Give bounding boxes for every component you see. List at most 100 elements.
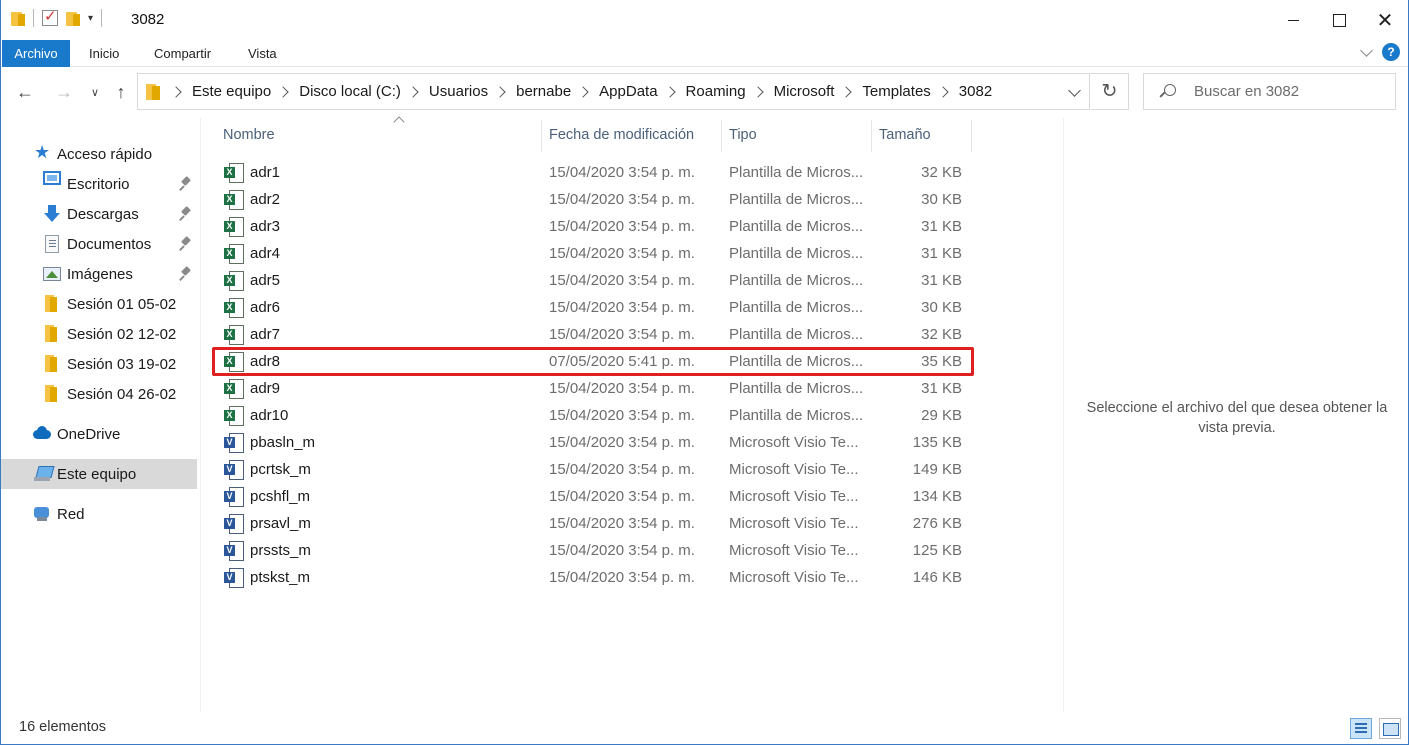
downloads-icon <box>43 205 61 223</box>
breadcrumb-bernabe[interactable]: bernabe <box>516 83 571 100</box>
tab-archivo[interactable]: Archivo <box>2 40 70 67</box>
file-row[interactable]: adr10 15/04/2020 3:54 p. m. Plantilla de M… <box>213 402 973 429</box>
breadcrumb-roaming[interactable]: Roaming <box>686 83 746 100</box>
sidebar-item-sesion-04[interactable]: Sesión 04 26-02 <box>1 379 197 409</box>
tab-compartir[interactable]: Compartir <box>142 40 223 67</box>
file-row[interactable]: pbasln_m 15/04/2020 3:54 p. m. Microsoft V… <box>213 429 973 456</box>
column-divider[interactable] <box>871 120 872 152</box>
column-header-label: Nombre <box>223 127 275 143</box>
file-type: Microsoft Visio Te... <box>729 461 859 478</box>
breadcrumb-disco-local[interactable]: Disco local (C:) <box>299 83 401 100</box>
details-view-button[interactable] <box>1350 718 1372 739</box>
chevron-right-icon[interactable] <box>277 85 289 98</box>
search-input[interactable] <box>1194 83 1384 100</box>
breadcrumb-appdata[interactable]: AppData <box>599 83 657 100</box>
properties-icon[interactable] <box>42 7 58 26</box>
chevron-right-icon[interactable] <box>577 85 589 98</box>
help-icon[interactable]: ? <box>1382 43 1400 61</box>
pin-icon <box>180 267 192 281</box>
column-divider[interactable] <box>971 120 972 152</box>
column-header-fecha[interactable]: Fecha de modificación <box>549 118 719 152</box>
file-row[interactable]: adr6 15/04/2020 3:54 p. m. Plantilla de Mi… <box>213 294 973 321</box>
address-bar[interactable]: Este equipo Disco local (C:) Usuarios be… <box>137 73 1090 110</box>
sidebar-item-label: Acceso rápido <box>57 145 153 163</box>
file-name: prsavl_m <box>250 515 311 532</box>
file-size: 31 KB <box>921 218 962 235</box>
sidebar-item-red[interactable]: Red <box>1 499 197 529</box>
chevron-right-icon[interactable] <box>407 85 419 98</box>
up-button[interactable]: ↑ <box>109 80 133 104</box>
recent-locations-button[interactable]: ∨ <box>83 80 107 104</box>
file-row[interactable]: pcshfl_m 15/04/2020 3:54 p. m. Microsoft V… <box>213 483 973 510</box>
maximize-button[interactable] <box>1316 0 1362 40</box>
file-row[interactable]: adr3 15/04/2020 3:54 p. m. Plantilla de Mi… <box>213 213 973 240</box>
file-row[interactable]: adr7 15/04/2020 3:54 p. m. Plantilla de Mi… <box>213 321 973 348</box>
address-dropdown-icon[interactable] <box>1068 84 1081 97</box>
excel-template-icon <box>224 244 244 264</box>
file-row[interactable]: adr2 15/04/2020 3:54 p. m. Plantilla de Mi… <box>213 186 973 213</box>
chevron-right-icon[interactable] <box>840 85 853 98</box>
chevron-right-icon[interactable] <box>937 85 949 98</box>
large-icons-view-button[interactable] <box>1379 718 1401 739</box>
close-button[interactable]: ✕ <box>1362 0 1408 40</box>
file-size: 135 KB <box>912 434 962 451</box>
sidebar-item-sesion-02[interactable]: Sesión 02 12-02 <box>1 319 197 349</box>
sidebar-item-imagenes[interactable]: Imágenes <box>1 259 197 289</box>
file-name: adr10 <box>250 407 289 424</box>
file-row[interactable]: pcrtsk_m 15/04/2020 3:54 p. m. Microsoft V… <box>213 456 973 483</box>
sidebar-item-descargas[interactable]: Descargas <box>1 199 197 229</box>
column-header-tamano[interactable]: Tamaño <box>879 118 969 152</box>
excel-template-icon <box>224 325 244 345</box>
file-row[interactable]: adr1 15/04/2020 3:54 p. m. Plantilla de Mi… <box>213 159 973 186</box>
file-row[interactable]: ptskst_m 15/04/2020 3:54 p. m. Microsoft V… <box>213 564 973 591</box>
customize-toolbar-dropdown-icon[interactable]: ▾ <box>88 13 93 24</box>
tab-inicio[interactable]: Inicio <box>77 40 131 67</box>
forward-button[interactable]: → <box>52 80 76 104</box>
chevron-right-icon[interactable] <box>494 85 506 98</box>
chevron-right-icon[interactable] <box>663 85 676 98</box>
file-row[interactable]: adr9 15/04/2020 3:54 p. m. Plantilla de Mi… <box>213 375 973 402</box>
breadcrumb-3082[interactable]: 3082 <box>959 83 992 100</box>
breadcrumb-templates[interactable]: Templates <box>862 83 930 100</box>
sidebar-item-label: Sesión 03 19-02 <box>67 355 177 373</box>
file-date: 15/04/2020 3:54 p. m. <box>549 461 695 478</box>
sidebar-item-sesion-03[interactable]: Sesión 03 19-02 <box>1 349 197 379</box>
file-name: adr4 <box>250 245 281 262</box>
file-type: Plantilla de Micros... <box>729 326 864 343</box>
tab-vista[interactable]: Vista <box>236 40 289 67</box>
visio-template-icon <box>224 460 244 480</box>
file-size: 29 KB <box>921 407 962 424</box>
sidebar-item-sesion-01[interactable]: Sesión 01 05-02 <box>1 289 197 319</box>
file-size: 30 KB <box>921 299 962 316</box>
sidebar-item-escritorio[interactable]: Escritorio <box>1 169 197 199</box>
file-row[interactable]: prsavl_m 15/04/2020 3:54 p. m. Microsoft V… <box>213 510 973 537</box>
file-row[interactable]: adr4 15/04/2020 3:54 p. m. Plantilla de Mi… <box>213 240 973 267</box>
sidebar-item-este-equipo[interactable]: Este equipo <box>1 459 197 489</box>
column-header-tipo[interactable]: Tipo <box>729 118 869 152</box>
sidebar-item-acceso-rapido[interactable]: Acceso rápido <box>1 139 197 169</box>
sidebar-item-documentos[interactable]: Documentos <box>1 229 197 259</box>
breadcrumb-usuarios[interactable]: Usuarios <box>429 83 488 100</box>
ribbon-tabs: Archivo Inicio Compartir Vista ? <box>1 40 1408 67</box>
new-folder-icon[interactable] <box>66 10 80 26</box>
pictures-icon <box>43 267 61 281</box>
file-row[interactable]: adr5 15/04/2020 3:54 p. m. Plantilla de Mi… <box>213 267 973 294</box>
sidebar-item-onedrive[interactable]: OneDrive <box>1 419 197 449</box>
chevron-right-icon[interactable] <box>170 85 182 98</box>
search-box[interactable] <box>1143 73 1396 110</box>
file-type: Microsoft Visio Te... <box>729 515 859 532</box>
column-divider[interactable] <box>721 120 722 152</box>
column-header-nombre[interactable]: Nombre <box>223 116 541 152</box>
breadcrumb-este-equipo[interactable]: Este equipo <box>192 83 271 100</box>
refresh-button[interactable]: ↻ <box>1091 73 1129 110</box>
expand-ribbon-icon[interactable] <box>1360 46 1372 58</box>
folder-icon <box>41 385 59 403</box>
column-divider[interactable] <box>541 120 542 152</box>
file-row[interactable]: prssts_m 15/04/2020 3:54 p. m. Microsoft V… <box>213 537 973 564</box>
back-button[interactable]: ← <box>13 80 37 104</box>
visio-template-icon <box>224 541 244 561</box>
excel-template-icon <box>224 217 244 237</box>
minimize-button[interactable] <box>1270 0 1316 40</box>
breadcrumb-microsoft[interactable]: Microsoft <box>774 83 835 100</box>
chevron-right-icon[interactable] <box>751 85 764 98</box>
